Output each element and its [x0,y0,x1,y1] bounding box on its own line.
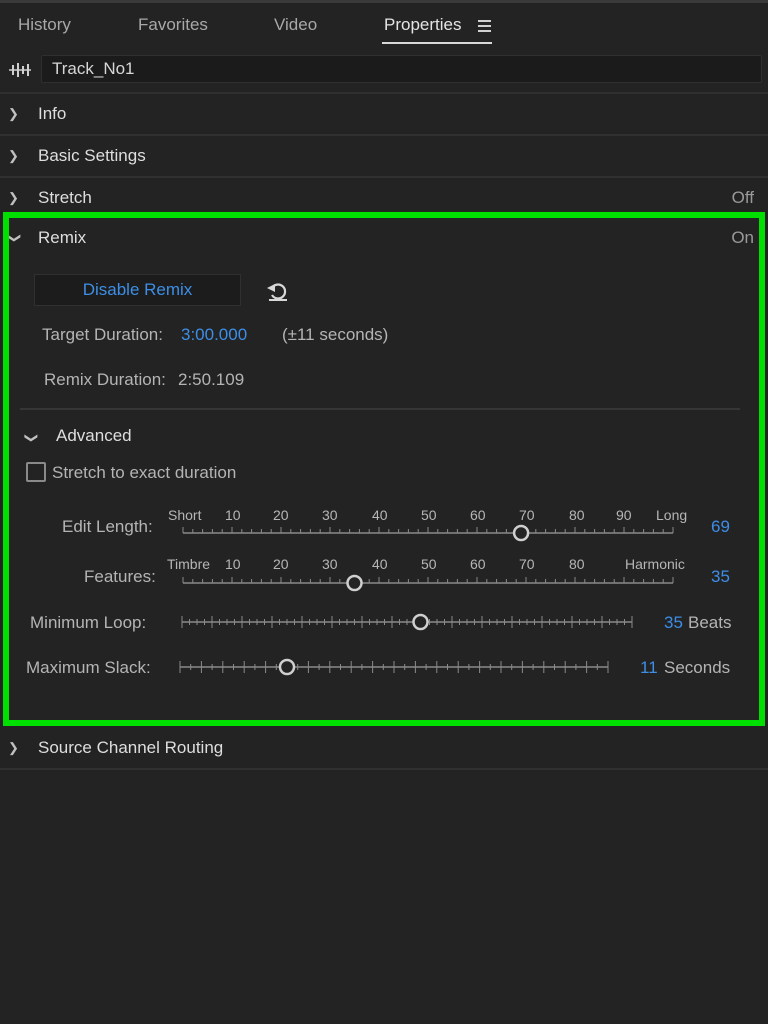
chevron-right-icon: ❯ [8,740,19,755]
tab-properties[interactable]: Properties [384,15,461,35]
section-source-channel-routing[interactable]: ❯ Source Channel Routing [0,728,768,770]
track-name-input[interactable] [41,55,762,83]
tab-history[interactable]: History [18,15,71,35]
remix-highlight-box [3,212,765,726]
section-basic-settings[interactable]: ❯ Basic Settings [0,134,768,176]
chevron-right-icon: ❯ [8,190,19,205]
divider [0,768,768,770]
tab-video[interactable]: Video [274,15,317,35]
waveform-icon [9,63,31,77]
panel-tabs: History Favorites Video Properties [0,0,768,48]
panel-menu-icon[interactable] [478,20,491,32]
section-info[interactable]: ❯ Info [0,92,768,134]
section-routing-label: Source Channel Routing [38,738,224,757]
stretch-state: Off [731,188,754,207]
active-tab-indicator [382,42,492,44]
chevron-right-icon: ❯ [8,148,19,163]
tab-favorites[interactable]: Favorites [138,15,208,35]
section-info-label: Info [38,104,67,123]
chevron-right-icon: ❯ [8,106,19,121]
section-stretch-label: Stretch [38,188,92,207]
section-basic-settings-label: Basic Settings [38,146,146,165]
